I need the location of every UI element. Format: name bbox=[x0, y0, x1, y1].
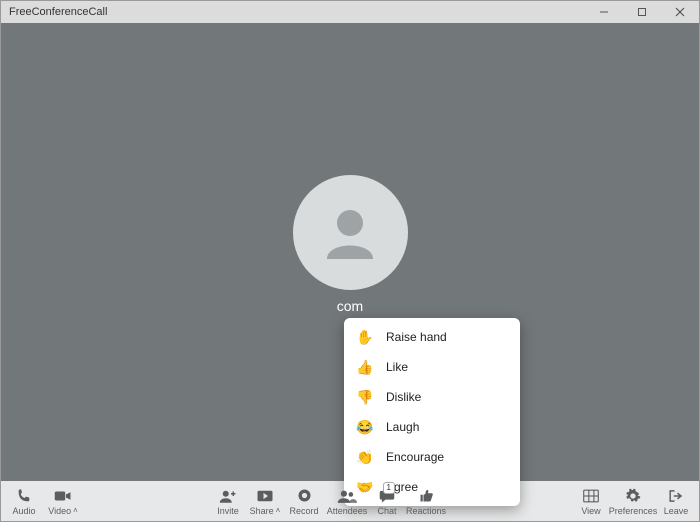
reactions-menu: ✋ Raise hand 👍 Like 👎 Dislike 😂 Laugh 👏 … bbox=[344, 318, 520, 506]
share-button[interactable]: Share˄ bbox=[245, 482, 285, 520]
app-title: FreeConferenceCall bbox=[9, 6, 107, 18]
reaction-label: Laugh bbox=[386, 420, 419, 434]
reaction-encourage[interactable]: 👏 Encourage bbox=[344, 442, 520, 472]
grid-icon bbox=[583, 487, 599, 505]
reaction-dislike[interactable]: 👎 Dislike bbox=[344, 382, 520, 412]
reaction-raise-hand[interactable]: ✋ Raise hand bbox=[344, 322, 520, 352]
encourage-icon: 👏 bbox=[356, 449, 376, 466]
dislike-icon: 👎 bbox=[356, 389, 376, 406]
minimize-button[interactable] bbox=[585, 1, 623, 23]
chevron-up-icon: ˄ bbox=[73, 506, 78, 515]
chat-badge: 1 bbox=[383, 482, 395, 494]
bottom-toolbar: Audio Video˄ Invite Share˄ bbox=[1, 481, 699, 521]
video-stage: com ✋ Raise hand 👍 Like 👎 Dislike 😂 Laug… bbox=[1, 23, 699, 481]
app-window: FreeConferenceCall com ✋ Raise hand 👍 bbox=[0, 0, 700, 522]
leave-icon bbox=[668, 487, 684, 505]
reaction-like[interactable]: 👍 Like bbox=[344, 352, 520, 382]
like-icon: 👍 bbox=[356, 359, 376, 376]
phone-icon bbox=[16, 487, 32, 505]
chat-button[interactable]: 1 Chat bbox=[371, 482, 403, 520]
reactions-button[interactable]: Reactions bbox=[403, 482, 449, 520]
reaction-label: Raise hand bbox=[386, 330, 447, 344]
leave-button[interactable]: Leave bbox=[659, 482, 693, 520]
close-button[interactable] bbox=[661, 1, 699, 23]
laugh-icon: 😂 bbox=[356, 419, 376, 436]
camera-icon bbox=[54, 487, 72, 505]
chevron-up-icon: ˄ bbox=[276, 506, 281, 515]
attendees-icon bbox=[337, 487, 357, 505]
record-icon bbox=[297, 487, 312, 505]
title-bar: FreeConferenceCall bbox=[1, 1, 699, 23]
share-icon bbox=[256, 487, 274, 505]
view-button[interactable]: View bbox=[575, 482, 607, 520]
invite-button[interactable]: Invite bbox=[211, 482, 245, 520]
audio-button[interactable]: Audio bbox=[7, 482, 41, 520]
participant-name: com bbox=[337, 298, 363, 314]
attendees-button[interactable]: Attendees bbox=[323, 482, 371, 520]
thumbs-up-icon bbox=[419, 487, 434, 505]
record-button[interactable]: Record bbox=[285, 482, 323, 520]
gear-icon bbox=[625, 487, 641, 505]
participant-avatar bbox=[293, 175, 408, 290]
person-icon bbox=[315, 197, 385, 267]
maximize-button[interactable] bbox=[623, 1, 661, 23]
preferences-button[interactable]: Preferences bbox=[607, 482, 659, 520]
reaction-label: Like bbox=[386, 360, 408, 374]
invite-icon bbox=[219, 487, 237, 505]
raise-hand-icon: ✋ bbox=[356, 329, 376, 346]
reaction-label: Dislike bbox=[386, 390, 421, 404]
reaction-laugh[interactable]: 😂 Laugh bbox=[344, 412, 520, 442]
video-button[interactable]: Video˄ bbox=[41, 482, 85, 520]
reaction-label: Encourage bbox=[386, 450, 444, 464]
